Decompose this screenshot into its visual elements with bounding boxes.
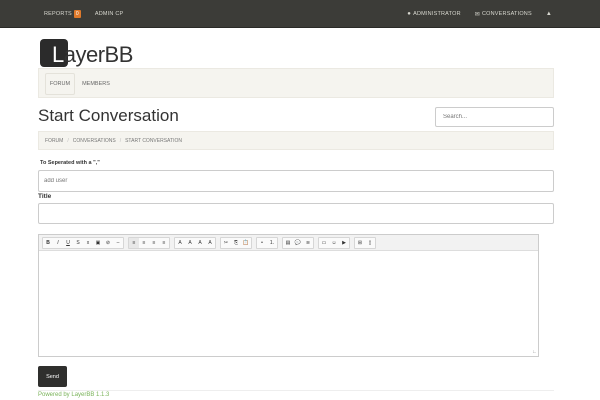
page-title: Start Conversation [38, 106, 179, 125]
resize-handle-icon[interactable]: ∟ [532, 350, 537, 355]
toolbar-button-icon[interactable]: A [205, 238, 215, 248]
toolbar-group: ≡ ≡ ≡ ≡ [128, 236, 170, 249]
toolbar-button-icon[interactable]: S [73, 238, 83, 248]
toolbar-button-icon[interactable]: A [175, 238, 185, 248]
send-button[interactable]: Send [38, 366, 67, 387]
toolbar-button-icon[interactable]: B [43, 238, 53, 248]
toolbar-button-icon[interactable]: ⊞ [355, 238, 365, 248]
toolbar-button-icon[interactable]: 💬 [293, 238, 303, 248]
toolbar-button-icon[interactable]: ▶ [339, 238, 349, 248]
toolbar-button-icon[interactable]: x [83, 238, 93, 248]
breadcrumb: FORUM / CONVERSATIONS / START CONVERSATI… [38, 131, 554, 150]
toolbar-group: ▭ ☺ ▶ [318, 236, 350, 249]
message-editor: B I U Sx ▣ ⊘ – ≡ ≡ ≡ ≡ A A A A ✂ ⎘ 📋 • 1. ▤ 💬 ≋ ▭ ☺ ▶ ⊞ ▯ ∟ [38, 234, 539, 357]
site-logo[interactable]: LayerBB [40, 38, 133, 68]
breadcrumb-forum[interactable]: FORUM [45, 138, 63, 144]
toolbar-button-icon[interactable]: ≡ [149, 238, 159, 248]
title-label: Title [38, 193, 52, 200]
to-label: To Seperated with a "," [40, 160, 100, 166]
toolbar-button-icon[interactable]: – [113, 238, 123, 248]
reports-label: REPORTS [44, 11, 72, 17]
user-label: ADMINISTRATOR [413, 11, 461, 17]
logo-letter: L [52, 42, 64, 67]
footer-credit[interactable]: Powered by LayerBB 1.1.3 [38, 392, 109, 398]
breadcrumb-separator: / [119, 137, 122, 144]
toolbar-button-icon[interactable]: A [185, 238, 195, 248]
toolbar-group: B I U Sx ▣ ⊘ – [42, 236, 124, 249]
toolbar-button-icon[interactable]: ▤ [283, 238, 293, 248]
toolbar-group: AAAA [174, 236, 216, 249]
toolbar-button-icon[interactable]: A [195, 238, 205, 248]
forum-subnav: FORUM MEMBERS [38, 68, 554, 98]
toolbar-button-icon[interactable]: ▭ [319, 238, 329, 248]
recipients-input[interactable] [38, 170, 554, 192]
logo-rest: ayerBB [63, 42, 134, 67]
toolbar-button-icon[interactable]: ⎘ [231, 238, 241, 248]
toolbar-group: ▤ 💬 ≋ [282, 236, 314, 249]
toolbar-button-icon[interactable]: 📋 [241, 238, 251, 248]
top-navbar-right: ● ADMINISTRATOR ✉ CONVERSATIONS ▲ [393, 0, 554, 28]
toolbar-button-icon[interactable]: ▣ [93, 238, 103, 248]
toolbar-group: ⊞ ▯ [354, 236, 376, 249]
logo-text: LayerBB [52, 44, 133, 66]
reports-count-badge: 0 [73, 10, 81, 18]
toolbar-button-icon[interactable]: ✂ [221, 238, 231, 248]
footer-divider [38, 390, 554, 391]
user-icon: ● [407, 11, 412, 17]
breadcrumb-conversations[interactable]: CONVERSATIONS [73, 138, 116, 144]
toolbar-button-icon[interactable]: ⊘ [103, 238, 113, 248]
toolbar-button-icon[interactable]: U [63, 238, 73, 248]
top-navbar: REPORTS 0 ADMIN CP ● ADMINISTRATOR ✉ CON… [0, 0, 600, 28]
toolbar-group: ✂ ⎘ 📋 [220, 236, 252, 249]
user-menu-link[interactable]: ● ADMINISTRATOR [407, 11, 460, 17]
tab-forum[interactable]: FORUM [45, 73, 75, 95]
toolbar-button-icon[interactable]: • [257, 238, 267, 248]
toolbar-button-icon[interactable]: ≋ [303, 238, 313, 248]
breadcrumb-separator: / [67, 137, 69, 144]
toolbar-button-icon[interactable]: ≡ [159, 238, 169, 248]
reports-link[interactable]: REPORTS 0 [44, 10, 81, 18]
envelope-icon: ✉ [474, 11, 480, 18]
top-navbar-left: REPORTS 0 ADMIN CP [44, 0, 137, 28]
toolbar-button-icon[interactable]: ☺ [329, 238, 339, 248]
toolbar-button-icon[interactable]: 1. [267, 238, 277, 248]
editor-toolbar: B I U Sx ▣ ⊘ – ≡ ≡ ≡ ≡ A A A A ✂ ⎘ 📋 • 1. ▤ 💬 ≋ ▭ ☺ ▶ ⊞ ▯ [39, 235, 538, 251]
admin-cp-link[interactable]: ADMIN CP [95, 11, 124, 17]
notifications-bell[interactable]: ▲ [546, 11, 554, 17]
bell-icon: ▲ [545, 11, 552, 17]
conversations-label: CONVERSATIONS [481, 11, 532, 17]
search-input[interactable] [435, 107, 554, 127]
title-input[interactable] [38, 203, 554, 224]
breadcrumb-current: START CONVERSATION [125, 137, 182, 144]
conversations-link[interactable]: ✉ CONVERSATIONS [475, 11, 532, 18]
toolbar-button-icon[interactable]: ≡ [129, 237, 139, 248]
tab-members[interactable]: MEMBERS [81, 73, 111, 95]
toolbar-button-icon[interactable]: ▯ [365, 238, 375, 248]
toolbar-button-icon[interactable]: ≡ [139, 238, 149, 248]
toolbar-button-icon[interactable]: I [53, 238, 63, 248]
message-textarea[interactable] [39, 251, 538, 356]
toolbar-group: • 1. [256, 236, 278, 249]
